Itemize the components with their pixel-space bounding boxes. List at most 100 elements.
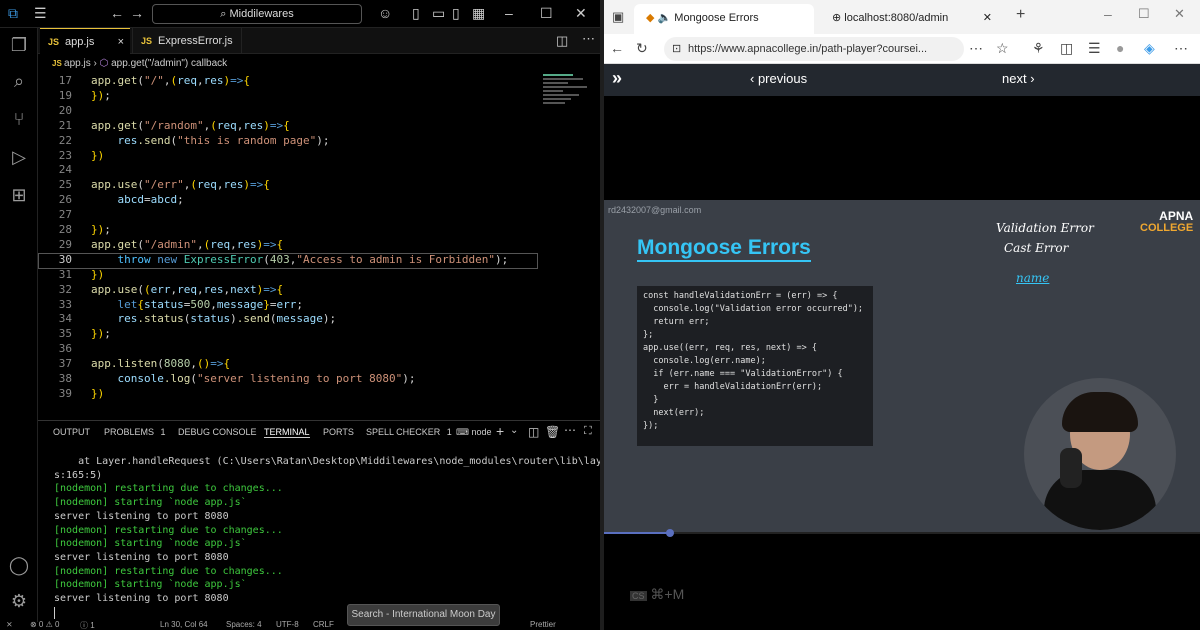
terminal-output[interactable]: at Layer.handleRequest (C:\Users\Ratan\D… xyxy=(38,450,626,622)
run-debug-icon[interactable]: ▷ xyxy=(8,146,30,168)
progress-handle[interactable] xyxy=(665,529,674,537)
refresh-icon[interactable]: ↻ xyxy=(636,40,648,57)
code-line[interactable]: app.get("/",(req,res)=>{ xyxy=(91,74,250,87)
audio-icon[interactable]: 🔈 xyxy=(658,12,675,24)
favorites-icon[interactable]: ☰ xyxy=(1088,40,1101,57)
new-tab-plus-icon[interactable]: + xyxy=(1016,6,1025,24)
tab-spell-checker[interactable]: SPELL CHECKER 1 xyxy=(366,427,452,437)
minimap[interactable] xyxy=(540,72,598,132)
info-status[interactable]: ⓘ 1 xyxy=(80,620,95,630)
minimize-icon[interactable]: – xyxy=(505,5,513,21)
command-center-search[interactable]: ⌕ Middilewares xyxy=(152,4,362,24)
split-screen-icon[interactable]: ◫ xyxy=(1060,40,1073,57)
settings-more-icon[interactable]: ⋯ xyxy=(1174,40,1188,57)
layout-sidebar-icon[interactable]: ▯ xyxy=(412,5,420,22)
copilot-icon[interactable]: ◈ xyxy=(1144,40,1155,57)
forward-arrow-icon[interactable]: → xyxy=(130,5,144,21)
close-icon[interactable]: ✕ xyxy=(575,5,587,22)
code-line[interactable]: console.log("server listening to port 80… xyxy=(91,372,416,385)
back-arrow-icon[interactable]: ← xyxy=(610,40,624,56)
eol-status[interactable]: CRLF xyxy=(313,620,334,629)
tab-terminal[interactable]: TERMINAL xyxy=(264,427,310,438)
layout-secondary-icon[interactable]: ▯ xyxy=(452,5,460,22)
address-bar[interactable]: ⊡ https://www.apnacollege.in/path-player?… xyxy=(664,37,964,61)
account-icon[interactable]: ◯ xyxy=(8,554,30,576)
tab-debug-console[interactable]: DEBUG CONSOLE xyxy=(178,427,257,437)
close-tab-icon[interactable]: × xyxy=(118,29,124,55)
explorer-icon[interactable]: ❐ xyxy=(8,34,30,56)
code-line[interactable]: let{status=500,message}=err; xyxy=(91,298,303,311)
source-control-icon[interactable]: ⑂ xyxy=(8,108,30,130)
problems-status[interactable]: ⊗ 0 ⚠ 0 xyxy=(30,620,59,629)
layout-panel-icon[interactable]: ▭ xyxy=(432,5,445,22)
avatar[interactable]: ● xyxy=(1116,40,1124,56)
next-button[interactable]: next › xyxy=(1002,71,1035,86)
split-terminal-icon[interactable]: ◫ xyxy=(528,425,539,439)
maximize-icon[interactable]: ☐ xyxy=(540,5,553,22)
expand-sidebar-icon[interactable]: » xyxy=(612,68,622,89)
back-arrow-icon[interactable]: ← xyxy=(110,5,124,21)
chevron-down-icon[interactable]: ⌄ xyxy=(510,425,518,436)
more-icon[interactable]: ⋯ xyxy=(969,40,983,57)
favorite-star-icon[interactable]: ☆ xyxy=(996,40,1009,57)
breadcrumb-file[interactable]: app.js xyxy=(64,58,91,69)
maximize-panel-icon[interactable]: ⛶ xyxy=(584,425,592,438)
trash-icon[interactable]: 🗑 xyxy=(545,425,560,439)
breadcrumb-symbol[interactable]: app.get("/admin") callback xyxy=(111,58,227,69)
previous-button[interactable]: ‹ previous xyxy=(750,71,807,86)
browser-tab-localhost[interactable]: ⊕ localhost:8080/admin ✕ xyxy=(820,4,1000,34)
code-line[interactable]: }); xyxy=(91,89,111,102)
close-tab-icon[interactable]: ✕ xyxy=(983,4,992,32)
copilot-icon[interactable]: ☺ xyxy=(378,5,392,21)
code-line[interactable]: app.listen(8080,()=>{ xyxy=(91,357,230,370)
code-line[interactable]: }) xyxy=(91,387,104,400)
code-line[interactable]: }); xyxy=(91,223,111,236)
minimize-icon[interactable]: – xyxy=(1104,6,1112,22)
code-line[interactable]: }); xyxy=(91,327,111,340)
code-line[interactable]: res.send("this is random page"); xyxy=(91,134,330,147)
code-line[interactable]: app.get("/admin",(req,res)=>{ xyxy=(91,238,283,251)
url-text: https://www.apnacollege.in/path-player?c… xyxy=(688,43,928,55)
code-line[interactable]: app.use((err,req,res,next)=>{ xyxy=(91,283,283,296)
prettier-status[interactable]: Prettier xyxy=(530,620,556,629)
more-actions-icon[interactable]: ⋯ xyxy=(582,31,595,47)
extensions-icon[interactable]: ⚘ xyxy=(1032,40,1045,57)
split-editor-icon[interactable]: ◫ xyxy=(556,33,568,49)
code-editor[interactable]: 17 app.get("/",(req,res)=>{19}); 20 21 app.g… xyxy=(38,72,538,412)
search-icon[interactable]: ⌕ xyxy=(8,70,30,92)
settings-gear-icon[interactable]: ⚙ xyxy=(8,590,30,612)
video-progress-bar[interactable] xyxy=(604,529,1200,537)
customize-layout-icon[interactable]: ▦ xyxy=(472,5,485,22)
close-icon[interactable]: ✕ xyxy=(1174,6,1185,22)
maximize-icon[interactable]: ☐ xyxy=(1138,6,1150,22)
site-info-icon[interactable]: ⊡ xyxy=(672,37,681,61)
remote-icon[interactable]: ⨯ xyxy=(6,620,13,629)
new-terminal-plus-icon[interactable]: + xyxy=(496,423,504,439)
terminal-shell-selector[interactable]: ⌨ node xyxy=(456,427,492,438)
code-line[interactable]: res.status(status).send(message); xyxy=(91,312,337,325)
line-number: 36 xyxy=(58,342,72,356)
indentation-status[interactable]: Spaces: 4 xyxy=(226,620,262,629)
code-line[interactable]: }) xyxy=(91,268,104,281)
tab-output[interactable]: OUTPUT xyxy=(53,427,90,437)
menu-icon[interactable]: ☰ xyxy=(34,5,47,22)
tab-problems[interactable]: PROBLEMS 1 xyxy=(104,427,166,437)
video-player[interactable]: » ‹ previous next › rd2432007@gmail.com … xyxy=(604,64,1200,630)
more-icon[interactable]: ⋯ xyxy=(564,423,576,437)
code-line[interactable]: }) xyxy=(91,149,104,162)
extensions-icon[interactable]: ⊞ xyxy=(8,184,30,206)
cursor-position[interactable]: Ln 30, Col 64 xyxy=(160,620,208,629)
tab-expresserror-js[interactable]: JS ExpressError.js xyxy=(132,28,242,54)
line-number: 29 xyxy=(58,237,72,251)
code-line[interactable]: app.get("/random",(req,res)=>{ xyxy=(91,119,290,132)
tab-actions-icon[interactable]: ▣ xyxy=(612,9,624,25)
code-line[interactable]: abcd=abcd; xyxy=(91,193,184,206)
slide-code-line: err = handleValidationErr(err); xyxy=(643,382,823,392)
browser-tab-mongoose-errors[interactable]: ◆ 🔈 Mongoose Errors xyxy=(634,4,814,34)
code-line[interactable]: app.use("/err",(req,res)=>{ xyxy=(91,178,270,191)
tab-app-js[interactable]: JS app.js × xyxy=(40,28,130,54)
encoding-status[interactable]: UTF-8 xyxy=(276,620,299,629)
tab-ports[interactable]: PORTS xyxy=(323,427,354,437)
line-number: 37 xyxy=(58,357,72,371)
vscode-title-bar: ⧉ ☰ ← → ⌕ Middilewares ☺ ▯ ▭ ▯ ▦ – ☐ ✕ xyxy=(0,0,600,28)
